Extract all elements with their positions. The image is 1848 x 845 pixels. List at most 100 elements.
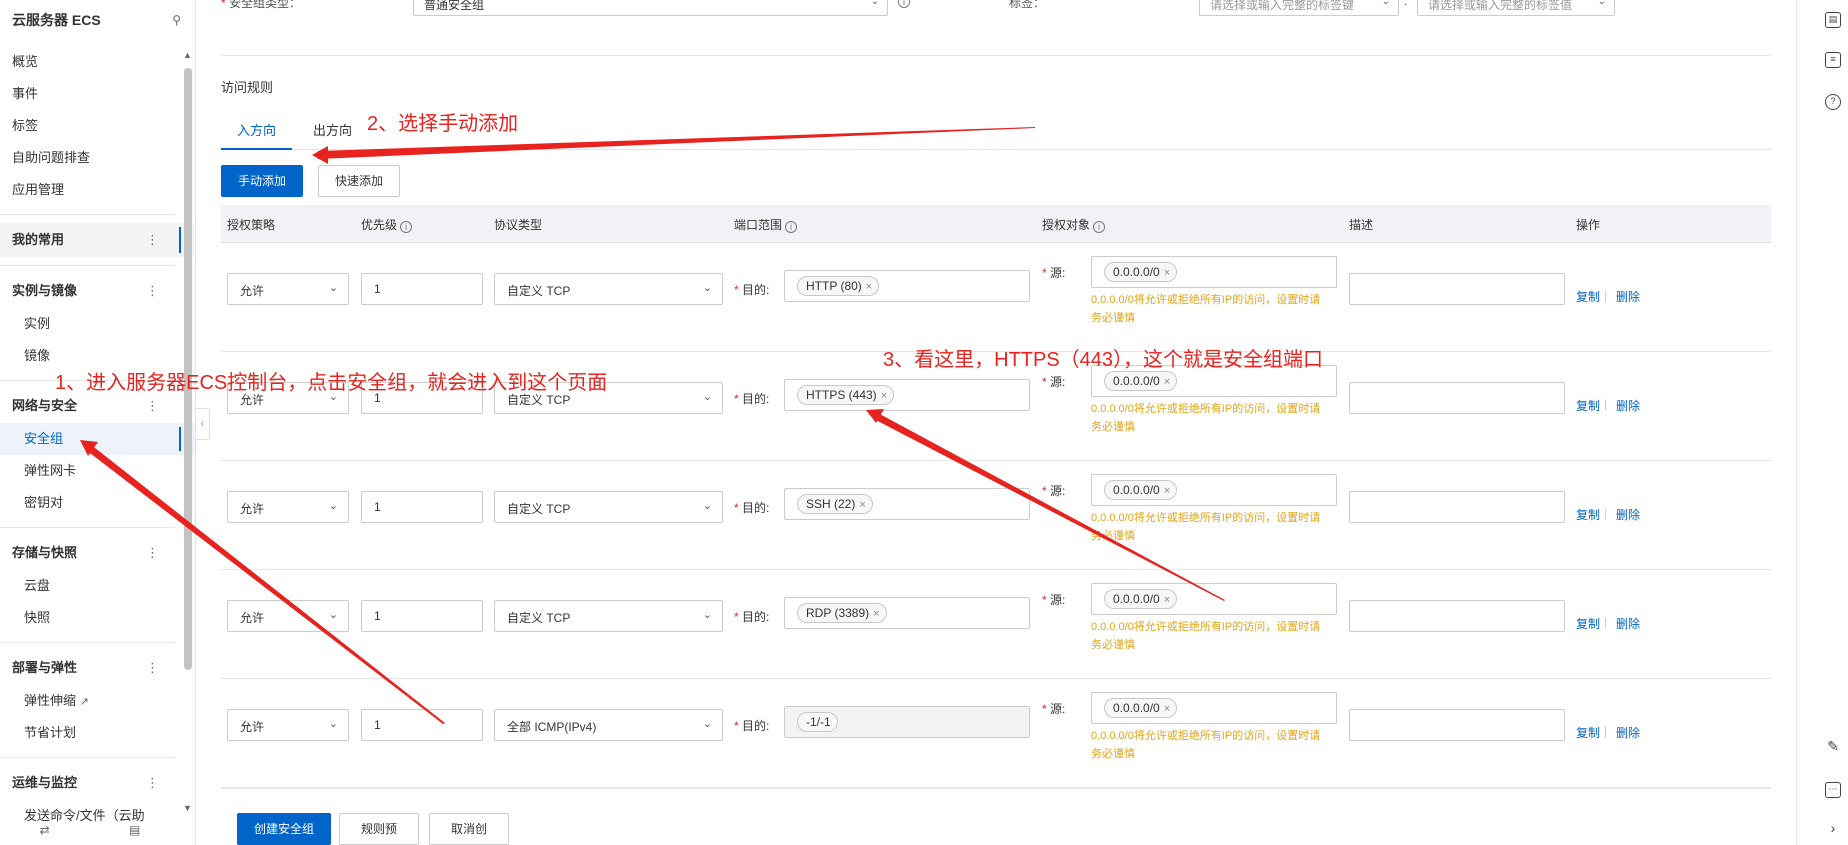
sidebar-group-deploy[interactable]: 部署与弹性 ⋮ — [0, 651, 195, 685]
port-range-input[interactable]: HTTPS (443) × — [784, 379, 1030, 411]
description-input[interactable] — [1349, 273, 1565, 305]
source-input[interactable]: 0.0.0.0/0 × — [1091, 692, 1337, 724]
description-input[interactable] — [1349, 709, 1565, 741]
port-range-input[interactable]: SSH (22) × — [784, 488, 1030, 520]
manual-add-button[interactable]: 手动添加 — [221, 165, 303, 197]
protocol-select[interactable]: 全部 ICMP(IPv4) ⌄ — [494, 709, 723, 741]
sidebar-group-favorites[interactable]: 我的常用 ⋮ — [0, 223, 195, 257]
tag-value-select[interactable]: 请选择或输入完整的标签值 ⌄ — [1417, 0, 1615, 16]
help-icon[interactable]: ? — [1825, 94, 1841, 110]
copy-link[interactable]: 复制 — [1576, 288, 1600, 305]
sidebar-group-storage[interactable]: 存储与快照 ⋮ — [0, 536, 195, 570]
sidebar-item-security-group[interactable]: 安全组 — [0, 423, 195, 455]
close-icon[interactable]: × — [1164, 703, 1170, 715]
close-icon[interactable]: × — [1164, 376, 1170, 388]
more-icon[interactable]: ⋮ — [146, 223, 159, 257]
tag-key-select[interactable]: 请选择或输入完整的标签键 ⌄ — [1199, 0, 1399, 16]
sidebar-item-keypair[interactable]: 密钥对 — [0, 487, 195, 519]
close-icon[interactable]: × — [1164, 594, 1170, 606]
port-range-input[interactable]: HTTP (80) × — [784, 270, 1030, 302]
delete-link[interactable]: 删除 — [1616, 397, 1640, 414]
quick-add-button[interactable]: 快速添加 — [318, 165, 400, 197]
priority-input[interactable]: 1 — [361, 273, 483, 305]
copy-link[interactable]: 复制 — [1576, 615, 1600, 632]
security-group-type-select[interactable]: 普通安全组 ⌄ — [413, 0, 888, 16]
source-input[interactable]: 0.0.0.0/0 × — [1091, 256, 1337, 288]
source-input[interactable]: 0.0.0.0/0 × — [1091, 474, 1337, 506]
port-tag[interactable]: SSH (22) × — [797, 494, 873, 514]
source-input[interactable]: 0.0.0.0/0 × — [1091, 583, 1337, 615]
sidebar-item-eni[interactable]: 弹性网卡 — [0, 455, 195, 487]
search-icon[interactable]: ⚲ — [172, 13, 181, 27]
delete-link[interactable]: 删除 — [1616, 724, 1640, 741]
priority-input[interactable]: 1 — [361, 600, 483, 632]
description-input[interactable] — [1349, 382, 1565, 414]
rule-preview-button[interactable]: 规则预览 — [339, 813, 419, 845]
source-tag[interactable]: 0.0.0.0/0 × — [1104, 698, 1178, 718]
scroll-down-icon[interactable]: ▼ — [183, 803, 192, 813]
sidebar-item-savings-plan[interactable]: 节省计划 — [0, 717, 195, 749]
source-tag[interactable]: 0.0.0.0/0 × — [1104, 371, 1178, 391]
protocol-select[interactable]: 自定义 TCP ⌄ — [494, 600, 723, 632]
sidebar-group-instances[interactable]: 实例与镜像 ⋮ — [0, 274, 195, 308]
chevron-right-icon[interactable]: › — [1825, 821, 1841, 838]
sidebar-item-autoscaling[interactable]: 弹性伸缩 ↗ — [0, 685, 195, 717]
policy-select[interactable]: 允许 ⌄ — [227, 709, 349, 741]
sidebar-item-troubleshoot[interactable]: 自助问题排查 — [0, 142, 195, 174]
source-tag[interactable]: 0.0.0.0/0 × — [1104, 589, 1178, 609]
sidebar-item-app-management[interactable]: 应用管理 — [0, 174, 195, 206]
policy-select[interactable]: 允许 ⌄ — [227, 491, 349, 523]
description-input[interactable] — [1349, 491, 1565, 523]
close-icon[interactable]: × — [1164, 485, 1170, 497]
chat-icon[interactable]: ⋯ — [1825, 782, 1841, 798]
port-range-input[interactable]: -1/-1 — [784, 706, 1030, 738]
protocol-select[interactable]: 自定义 TCP ⌄ — [494, 491, 723, 523]
port-tag[interactable]: -1/-1 — [797, 712, 838, 732]
sidebar-group-ops[interactable]: 运维与监控 ⋮ — [0, 766, 195, 800]
sidebar-item-disks[interactable]: 云盘 — [0, 570, 195, 602]
sidebar-item-tags[interactable]: 标签 — [0, 110, 195, 142]
create-security-group-button[interactable]: 创建安全组 — [237, 813, 331, 845]
close-icon[interactable]: × — [866, 281, 872, 293]
copy-link[interactable]: 复制 — [1576, 506, 1600, 523]
delete-link[interactable]: 删除 — [1616, 288, 1640, 305]
more-icon[interactable]: ⋮ — [146, 651, 159, 685]
policy-select[interactable]: 允许 ⌄ — [227, 273, 349, 305]
port-range-input[interactable]: RDP (3389) × — [784, 597, 1030, 629]
close-icon[interactable]: × — [859, 499, 865, 511]
info-icon[interactable]: i — [898, 0, 910, 8]
tab-inbound[interactable]: 入方向 — [221, 118, 293, 150]
copy-link[interactable]: 复制 — [1576, 724, 1600, 741]
port-tag[interactable]: HTTP (80) × — [797, 276, 880, 296]
sidebar-item-events[interactable]: 事件 — [0, 78, 195, 110]
list-icon[interactable]: ≡ — [1825, 52, 1841, 68]
copy-link[interactable]: 复制 — [1576, 397, 1600, 414]
sidebar-item-snapshots[interactable]: 快照 — [0, 602, 195, 634]
close-icon[interactable]: × — [873, 608, 879, 620]
source-tag[interactable]: 0.0.0.0/0 × — [1104, 262, 1178, 282]
cancel-create-button[interactable]: 取消创建 — [429, 813, 509, 845]
close-icon[interactable]: × — [881, 390, 887, 402]
priority-input[interactable]: 1 — [361, 491, 483, 523]
collapse-sidebar-icon[interactable]: ‹ — [196, 408, 210, 440]
sidebar-item-instances[interactable]: 实例 — [0, 308, 195, 340]
policy-select[interactable]: 允许 ⌄ — [227, 600, 349, 632]
layout-icon[interactable]: ▤ — [129, 823, 140, 845]
delete-link[interactable]: 删除 — [1616, 615, 1640, 632]
source-tag[interactable]: 0.0.0.0/0 × — [1104, 480, 1178, 500]
port-tag[interactable]: RDP (3389) × — [797, 603, 887, 623]
port-tag[interactable]: HTTPS (443) × — [797, 385, 895, 405]
priority-input[interactable]: 1 — [361, 709, 483, 741]
swap-icon[interactable]: ⇄ — [40, 823, 50, 845]
edit-icon[interactable]: ✎ — [1825, 739, 1841, 756]
close-icon[interactable]: × — [1164, 267, 1170, 279]
book-icon[interactable]: ▤ — [1825, 12, 1841, 28]
delete-link[interactable]: 删除 — [1616, 506, 1640, 523]
more-icon[interactable]: ⋮ — [146, 536, 159, 570]
tab-outbound[interactable]: 出方向 — [297, 118, 368, 150]
sidebar-item-overview[interactable]: 概览 — [0, 46, 195, 78]
more-icon[interactable]: ⋮ — [146, 274, 159, 308]
protocol-select[interactable]: 自定义 TCP ⌄ — [494, 273, 723, 305]
more-icon[interactable]: ⋮ — [146, 766, 159, 800]
scroll-up-icon[interactable]: ▲ — [183, 50, 192, 60]
